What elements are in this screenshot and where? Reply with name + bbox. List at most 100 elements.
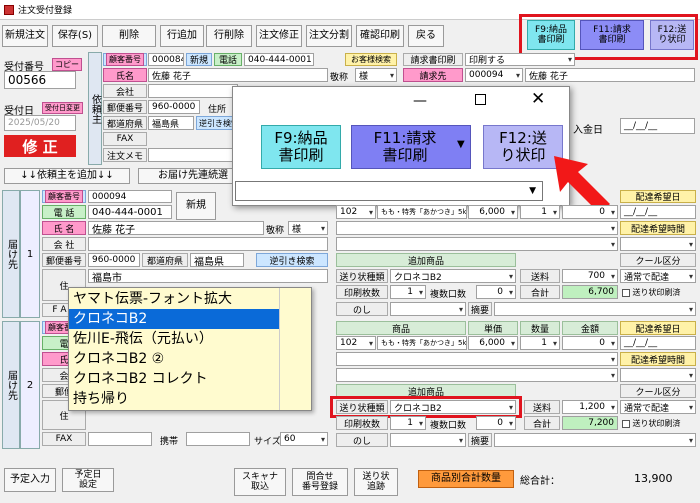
item2-amount[interactable]: 0 xyxy=(562,336,618,350)
dest1-wish-date[interactable]: __/__/__ xyxy=(620,205,696,219)
item1-amount[interactable]: 0 xyxy=(562,205,618,219)
dropdown-option[interactable]: クロネコB2 コレクト xyxy=(69,369,279,389)
plan-date-button[interactable]: 予定日 設定 xyxy=(62,468,114,492)
client-title[interactable]: 様 xyxy=(355,68,397,82)
popup-close-icon[interactable]: ✕ xyxy=(531,89,545,109)
bill-name[interactable]: 佐藤 花子 xyxy=(525,68,695,82)
dest2-noshi[interactable] xyxy=(390,433,466,447)
dest2-note[interactable] xyxy=(494,433,696,447)
dropdown-option[interactable]: クロネコB2 xyxy=(69,309,279,329)
popup-combo[interactable]: ▼ xyxy=(235,181,543,201)
popup-combo-arrow-icon[interactable]: ▼ xyxy=(529,186,536,196)
plan-input-button[interactable]: 予定入力 xyxy=(4,468,56,492)
dest2-phone[interactable] xyxy=(186,432,250,446)
dest1-printed-label: 送り状印刷済 xyxy=(632,288,681,297)
per-item-total-button[interactable]: 商品別合計数量 xyxy=(418,470,514,488)
dest1-zip[interactable]: 960-0000 xyxy=(88,253,140,267)
dest1-cust-no[interactable]: 000094 xyxy=(88,190,172,203)
dest1-printed-check[interactable]: 送り状印刷済 xyxy=(622,287,681,298)
dest1-company[interactable] xyxy=(88,237,328,251)
dest2-cool[interactable]: 通常で配達 xyxy=(620,400,696,414)
toolbar-button-3[interactable]: 行追加 xyxy=(160,25,204,47)
client-side-label: 依頼主 xyxy=(88,52,102,165)
dropdown-scrollbar[interactable] xyxy=(279,288,311,410)
client-search-button[interactable]: お客様検索 xyxy=(345,53,397,66)
item1-code[interactable]: 102 xyxy=(336,205,376,219)
dest1-reverse-button[interactable]: 逆引き検索 xyxy=(256,253,328,267)
dest1-cool[interactable]: 通常で配達 xyxy=(620,269,696,283)
item2-qty[interactable]: 1 xyxy=(520,336,560,350)
pay-date[interactable]: __/__/__ xyxy=(620,118,695,134)
toolbar-button-0[interactable]: 新規注文 xyxy=(2,25,48,47)
client-tel[interactable]: 040-444-0001 xyxy=(244,53,314,66)
order-date[interactable]: 2025/05/20 xyxy=(4,115,76,131)
dest1-slip-select[interactable]: クロネコB2 xyxy=(390,269,516,283)
popup-f11-dropdown-icon[interactable]: ▼ xyxy=(457,139,465,150)
client-cust-no[interactable]: 000084 xyxy=(148,53,184,66)
inquiry-button[interactable]: 問合せ 番号登録 xyxy=(292,468,348,496)
toolbar-button-8[interactable]: 戻る xyxy=(408,25,444,47)
popup-f11-button[interactable]: F11:請求 書印刷 xyxy=(351,125,471,169)
popup-maximize-icon[interactable] xyxy=(475,94,486,105)
item1-empty-row[interactable] xyxy=(336,221,618,235)
scanner-button[interactable]: スキャナ 取込 xyxy=(234,468,286,496)
toolbar-button-7[interactable]: 確認印刷 xyxy=(356,25,404,47)
dest2-wish-date[interactable]: __/__/__ xyxy=(620,336,696,350)
dest2-ship[interactable]: 1,200 xyxy=(562,400,618,414)
dest2-time-select[interactable] xyxy=(620,368,696,382)
item1-price[interactable]: 6,000 xyxy=(468,205,518,219)
client-name[interactable]: 佐藤 花子 xyxy=(148,68,328,82)
toolbar-button-1[interactable]: 保存(S) xyxy=(52,25,98,47)
dropdown-option[interactable]: 持ち帰り xyxy=(69,389,279,409)
dropdown-option[interactable]: クロネコB2 ② xyxy=(69,349,279,369)
dest1-tel[interactable]: 040-444-0001 xyxy=(88,205,172,219)
dest1-multi[interactable]: 0 xyxy=(476,285,516,299)
client-pref[interactable]: 福島県 xyxy=(148,116,194,130)
item1-qty[interactable]: 1 xyxy=(520,205,560,219)
item2-price[interactable]: 6,000 xyxy=(468,336,518,350)
client-zip[interactable]: 960-0000 xyxy=(148,100,200,114)
dest1-note[interactable] xyxy=(494,302,696,316)
add-client-button[interactable]: ↓↓依頼主を追加↓↓ xyxy=(4,168,130,184)
dest1-new-button[interactable]: 新規 xyxy=(176,192,216,220)
toolbar-button-4[interactable]: 行削除 xyxy=(206,25,252,47)
toolbar-button-5[interactable]: 注文修正 xyxy=(256,25,302,47)
dest1-pref[interactable]: 福島県 xyxy=(190,253,244,267)
dest2-fax[interactable] xyxy=(88,432,152,446)
item2-empty-row2[interactable] xyxy=(336,368,618,382)
item1-name[interactable]: もも・特秀「あかつき」5kg xyxy=(377,205,467,219)
dropdown-option[interactable]: ヤマト伝票-フォント拡大 xyxy=(69,289,279,309)
dest1-ship[interactable]: 700 xyxy=(562,269,618,283)
popup-f9-button[interactable]: F9:納品 書印刷 xyxy=(261,125,341,169)
item2-empty-row[interactable] xyxy=(336,352,618,366)
dropdown-option[interactable]: 佐川E-飛伝（元払い） xyxy=(69,329,279,349)
client-new-button[interactable]: 新規 xyxy=(186,53,212,66)
client-title-label: 敬称 xyxy=(330,73,349,83)
copy-badge[interactable]: コピー xyxy=(52,58,82,71)
item2-code[interactable]: 102 xyxy=(336,336,376,350)
dest2-multi[interactable]: 0 xyxy=(476,416,516,430)
bill-cust-no[interactable]: 000094 xyxy=(465,68,523,82)
dest1-addr[interactable]: 福島市 xyxy=(88,269,328,283)
checkbox-icon[interactable] xyxy=(622,419,630,428)
dest1-noshi[interactable] xyxy=(390,302,466,316)
dest2-print[interactable]: 1 xyxy=(390,416,426,430)
popup-minimize-icon[interactable]: — xyxy=(413,93,427,109)
item1-empty-row2[interactable] xyxy=(336,237,618,251)
dest1-title[interactable]: 様 xyxy=(288,221,328,235)
item2-name[interactable]: もも・特秀「あかつき」5kg xyxy=(377,336,467,350)
bill-print-select[interactable]: 印刷する xyxy=(465,53,575,66)
dest2-total-label: 合計 xyxy=(524,416,560,430)
checkbox-icon[interactable] xyxy=(622,288,630,297)
dest1-print[interactable]: 1 xyxy=(390,285,426,299)
slip-track-button[interactable]: 送り状 追跡 xyxy=(354,468,398,496)
client-memo[interactable] xyxy=(148,148,238,162)
client-company[interactable] xyxy=(148,84,238,98)
dest2-size[interactable]: 60 xyxy=(280,432,328,446)
date-change-badge[interactable]: 受付日変更 xyxy=(42,102,83,114)
dest1-time-select[interactable] xyxy=(620,237,696,251)
toolbar-button-2[interactable]: 削除 xyxy=(102,25,156,47)
dest2-printed-check[interactable]: 送り状印刷済 xyxy=(622,418,681,429)
dest1-name[interactable]: 佐藤 花子 xyxy=(88,221,264,235)
toolbar-button-6[interactable]: 注文分割 xyxy=(306,25,352,47)
